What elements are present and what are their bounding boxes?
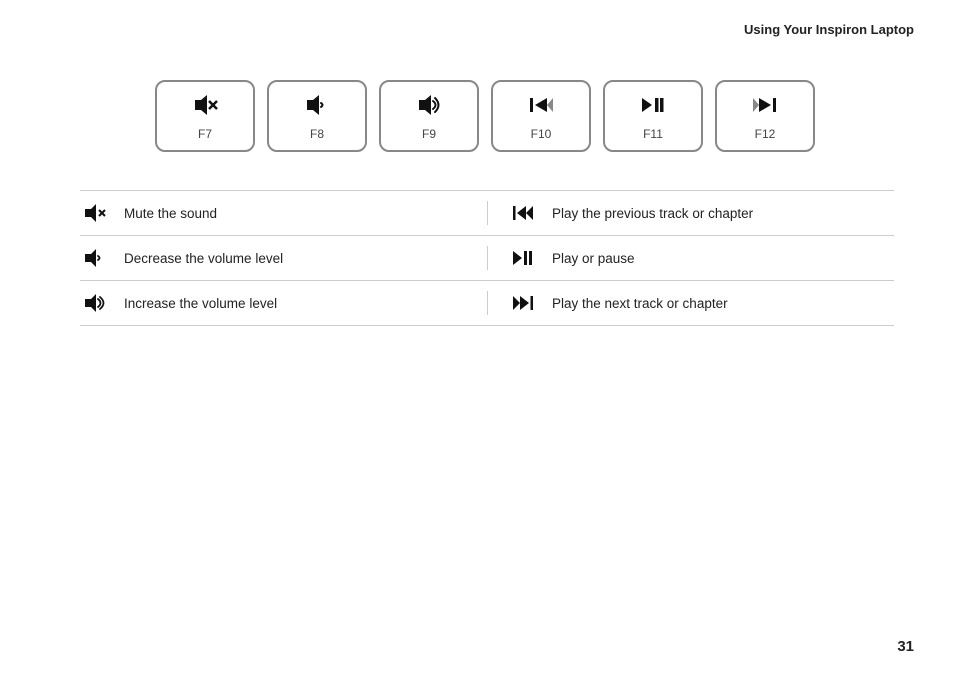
vol-down-key-icon [303, 91, 331, 123]
feature-table: Mute the sound Play the previous track o… [80, 190, 894, 326]
key-f11-label: F11 [643, 127, 663, 141]
table-row: Increase the volume level Play the next … [80, 280, 894, 326]
key-f7-label: F7 [198, 127, 212, 141]
key-f12-label: F12 [755, 127, 776, 141]
page-header-title: Using Your Inspiron Laptop [744, 22, 914, 37]
right-col-next: Play the next track or chapter [487, 291, 894, 315]
prev-track-desc: Play the previous track or chapter [552, 206, 753, 221]
vol-up-key-icon [415, 91, 443, 123]
next-key-icon [751, 91, 779, 123]
vol-up-desc: Increase the volume level [124, 296, 277, 311]
key-f10: F10 [491, 80, 591, 152]
table-row: Decrease the volume level Play or pause [80, 235, 894, 280]
left-col-vol-down: Decrease the volume level [80, 246, 487, 270]
page-number: 31 [897, 638, 914, 655]
mute-icon [80, 201, 110, 225]
key-f8: F8 [267, 80, 367, 152]
key-f9-label: F9 [422, 127, 436, 141]
next-track-desc: Play the next track or chapter [552, 296, 728, 311]
key-f7: F7 [155, 80, 255, 152]
prev-track-icon [508, 201, 538, 225]
vol-up-icon [80, 291, 110, 315]
right-col-prev: Play the previous track or chapter [487, 201, 894, 225]
prev-key-icon [527, 91, 555, 123]
key-f11: F11 [603, 80, 703, 152]
keys-row: F7 F8 F9 F10 [155, 80, 815, 152]
table-row: Mute the sound Play the previous track o… [80, 190, 894, 235]
next-track-icon [508, 291, 538, 315]
play-pause-icon [508, 246, 538, 270]
right-col-play-pause: Play or pause [487, 246, 894, 270]
key-f12: F12 [715, 80, 815, 152]
vol-down-icon [80, 246, 110, 270]
play-pause-desc: Play or pause [552, 251, 635, 266]
left-col-mute: Mute the sound [80, 201, 487, 225]
play-pause-key-icon [639, 91, 667, 123]
mute-desc: Mute the sound [124, 206, 217, 221]
key-f10-label: F10 [531, 127, 552, 141]
key-f8-label: F8 [310, 127, 324, 141]
left-col-vol-up: Increase the volume level [80, 291, 487, 315]
mute-key-icon [191, 91, 219, 123]
vol-down-desc: Decrease the volume level [124, 251, 283, 266]
key-f9: F9 [379, 80, 479, 152]
